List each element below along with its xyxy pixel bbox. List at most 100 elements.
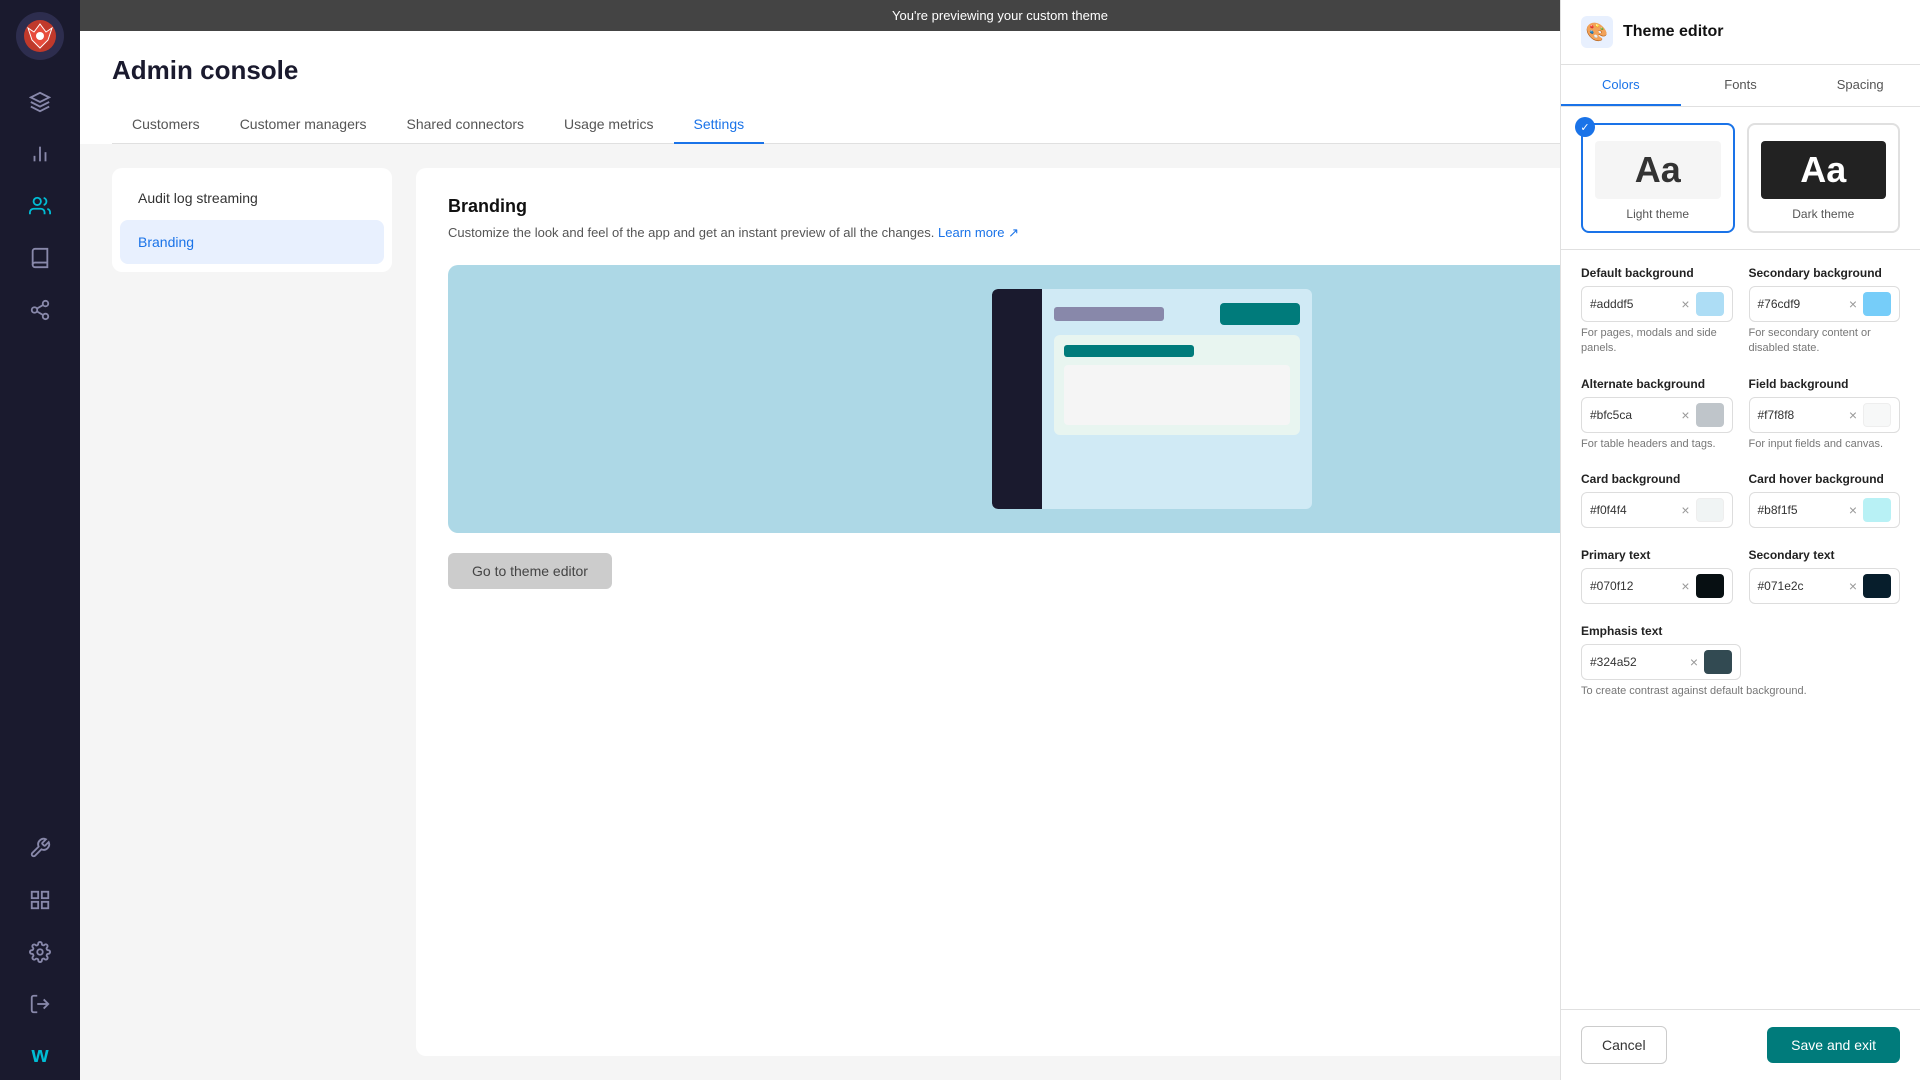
alternate-bg-desc: For table headers and tags. [1581,437,1733,452]
field-bg-desc: For input fields and canvas. [1749,437,1901,452]
preview-card-bar [1064,345,1194,357]
app-logo[interactable] [16,12,64,60]
secondary-bg-label: Secondary background [1749,266,1901,280]
secondary-text-label: Secondary text [1749,548,1901,562]
dark-theme-label: Dark theme [1761,207,1887,221]
sidebar-icon-wrench[interactable] [18,826,62,870]
field-bg-value: #f7f8f8 [1758,408,1843,422]
primary-text-value: #070f12 [1590,579,1675,593]
card-hover-bg-clear[interactable]: × [1847,502,1859,518]
tab-shared-connectors[interactable]: Shared connectors [387,106,545,144]
preview-card-content [1064,365,1290,425]
alternate-bg-value: #bfc5ca [1590,408,1675,422]
left-panel-branding[interactable]: Branding [120,220,384,264]
alternate-bg-input-row[interactable]: #bfc5ca × [1581,397,1733,433]
tab-customer-managers[interactable]: Customer managers [220,106,387,144]
go-to-theme-editor-button[interactable]: Go to theme editor [448,553,612,589]
sidebar-icon-export[interactable] [18,982,62,1026]
field-bg-clear[interactable]: × [1847,407,1859,423]
light-theme-card[interactable]: ✓ Aa Light theme [1581,123,1735,233]
sub-tab-spacing[interactable]: Spacing [1800,65,1920,106]
wordmark: w [31,1042,48,1068]
emphasis-text-clear[interactable]: × [1688,654,1700,670]
sub-tab-colors[interactable]: Colors [1561,65,1681,106]
primary-text-input-row[interactable]: #070f12 × [1581,568,1733,604]
emphasis-text-swatch[interactable] [1704,650,1732,674]
secondary-text-input-row[interactable]: #071e2c × [1749,568,1901,604]
secondary-text-value: #071e2c [1758,579,1843,593]
card-hover-background-group: Card hover background #b8f1f5 × [1749,472,1901,528]
secondary-bg-value: #76cdf9 [1758,297,1843,311]
dark-theme-card[interactable]: Aa Dark theme [1747,123,1901,233]
sidebar-icon-settings[interactable] [18,930,62,974]
sidebar-icon-chart[interactable] [18,132,62,176]
card-bg-input-row[interactable]: #f0f4f4 × [1581,492,1733,528]
preview-header-row [1054,303,1300,325]
card-background-group: Card background #f0f4f4 × [1581,472,1733,528]
light-theme-label: Light theme [1595,207,1721,221]
sidebar-icon-share[interactable] [18,288,62,332]
color-row-2: Alternate background #bfc5ca × For table… [1581,377,1900,452]
sub-tab-fonts[interactable]: Fonts [1681,65,1801,106]
preview-bar-text: You're previewing your custom theme [892,8,1108,23]
card-hover-bg-label: Card hover background [1749,472,1901,486]
secondary-bg-clear[interactable]: × [1847,296,1859,312]
card-hover-bg-swatch[interactable] [1863,498,1891,522]
default-background-group: Default background #adddf5 × For pages, … [1581,266,1733,357]
alternate-bg-swatch[interactable] [1696,403,1724,427]
tab-customers[interactable]: Customers [112,106,220,144]
cancel-button[interactable]: Cancel [1581,1026,1667,1064]
secondary-text-clear[interactable]: × [1847,578,1859,594]
theme-preview-image [992,289,1312,509]
field-bg-swatch[interactable] [1863,403,1891,427]
preview-card [1054,335,1300,435]
emphasis-text-input-row[interactable]: #324a52 × [1581,644,1741,680]
left-panel: Audit log streaming Branding [112,168,392,1056]
left-panel-audit-log[interactable]: Audit log streaming [120,176,384,220]
secondary-bg-swatch[interactable] [1863,292,1891,316]
secondary-text-group: Secondary text #071e2c × [1749,548,1901,604]
card-bg-label: Card background [1581,472,1733,486]
default-bg-input-row[interactable]: #adddf5 × [1581,286,1733,322]
theme-editor-icon: 🎨 [1581,16,1613,48]
preview-bar-gray [1054,307,1164,321]
default-bg-swatch[interactable] [1696,292,1724,316]
preview-main-area [1042,289,1312,509]
field-bg-label: Field background [1749,377,1901,391]
save-exit-button[interactable]: Save and exit [1767,1027,1900,1063]
sidebar-icon-people[interactable] [18,184,62,228]
color-row-3: Card background #f0f4f4 × Card hover bac… [1581,472,1900,528]
tab-settings[interactable]: Settings [674,106,765,144]
default-bg-value: #adddf5 [1590,297,1675,311]
sidebar-icon-book[interactable] [18,236,62,280]
field-background-group: Field background #f7f8f8 × For input fie… [1749,377,1901,452]
theme-editor-title: Theme editor [1623,23,1723,41]
secondary-text-swatch[interactable] [1863,574,1891,598]
field-bg-input-row[interactable]: #f7f8f8 × [1749,397,1901,433]
emphasis-text-label: Emphasis text [1581,624,1900,638]
sidebar-icon-layers[interactable] [18,80,62,124]
card-bg-value: #f0f4f4 [1590,503,1675,517]
emphasis-text-desc: To create contrast against default backg… [1581,684,1900,699]
primary-text-label: Primary text [1581,548,1733,562]
preview-sidebar [992,289,1042,509]
theme-options: ✓ Aa Light theme Aa Dark theme [1561,107,1920,250]
emphasis-text-value: #324a52 [1590,655,1684,669]
alternate-bg-clear[interactable]: × [1679,407,1691,423]
primary-text-swatch[interactable] [1696,574,1724,598]
default-bg-clear[interactable]: × [1679,296,1691,312]
primary-text-clear[interactable]: × [1679,578,1691,594]
color-row-4: Primary text #070f12 × Secondary text #0… [1581,548,1900,604]
alternate-background-group: Alternate background #bfc5ca × For table… [1581,377,1733,452]
preview-btn-teal [1220,303,1300,325]
card-bg-swatch[interactable] [1696,498,1724,522]
secondary-bg-desc: For secondary content or disabled state. [1749,326,1901,357]
card-hover-bg-input-row[interactable]: #b8f1f5 × [1749,492,1901,528]
sidebar-icon-grid[interactable] [18,878,62,922]
learn-more-link[interactable]: Learn more ↗ [938,225,1019,240]
secondary-bg-input-row[interactable]: #76cdf9 × [1749,286,1901,322]
tab-usage-metrics[interactable]: Usage metrics [544,106,673,144]
card-hover-bg-value: #b8f1f5 [1758,503,1843,517]
card-bg-clear[interactable]: × [1679,502,1691,518]
primary-text-group: Primary text #070f12 × [1581,548,1733,604]
